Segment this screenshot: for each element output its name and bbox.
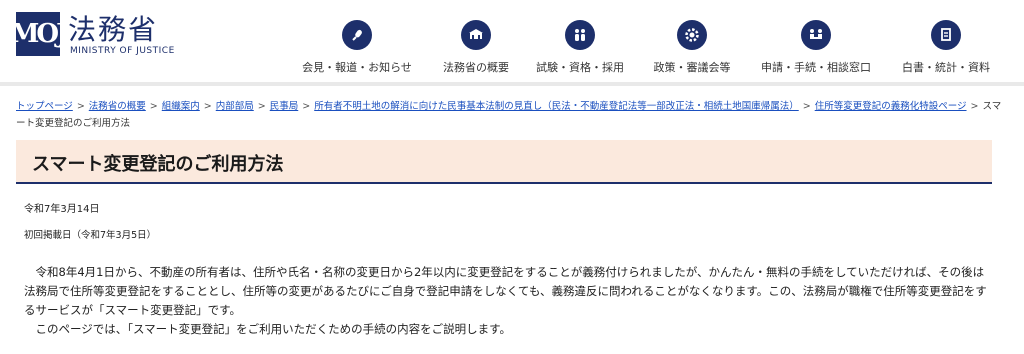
site-logo[interactable]: MOJ 法務省 MINISTRY OF JUSTICE: [11, 12, 176, 64]
nav-label: 試験・資格・採用: [536, 61, 624, 74]
intro-paragraph: 令和8年4月1日から、不動産の所有者は、住所や氏名・名称の変更日から2年以内に変…: [24, 263, 994, 320]
building-icon: [461, 20, 491, 50]
nav-item-press[interactable]: 会見・報道・お知らせ: [297, 20, 417, 75]
microphone-icon: [342, 20, 372, 50]
update-date: 令和7年3月14日: [24, 204, 100, 215]
breadcrumb-link-law-revision[interactable]: 所有者不明土地の解消に向けた民事基本法制の見直し（民法・不動産登記法等一部改正法…: [314, 101, 799, 112]
nav-item-policy[interactable]: 政策・審議会等: [648, 20, 736, 75]
site-header: MOJ 法務省 MINISTRY OF JUSTICE 会見・報道・お知らせ 法…: [0, 0, 1024, 82]
breadcrumb-link-internal-bureaus[interactable]: 内部部局: [216, 101, 254, 112]
nav-item-whitepapers[interactable]: 白書・統計・資料: [896, 20, 996, 75]
breadcrumb-link-civil-affairs[interactable]: 民事局: [270, 101, 299, 112]
consultation-icon: [801, 20, 831, 50]
nav-item-applications[interactable]: 申請・手続・相談窓口: [754, 20, 878, 75]
first-posted-date: 初回掲載日（令和7年3月5日）: [24, 230, 157, 241]
intro-paragraph-text: 令和8年4月1日から、不動産の所有者は、住所や氏名・名称の変更日から2年以内に変…: [24, 265, 987, 317]
logo-subtitle: MINISTRY OF JUSTICE: [70, 46, 175, 56]
logo-title: 法務省: [68, 13, 159, 46]
guide-paragraph-text: このページでは、「スマート変更登記」をご利用いただくための手続の内容をご説明しま…: [35, 322, 512, 336]
breadcrumb-link-top[interactable]: トップページ: [16, 101, 73, 112]
intro-text: 令和8年4月1日から、不動産の所有者は、住所や氏名・名称の変更日から2年以内に変…: [24, 263, 994, 339]
people-icon: [565, 20, 595, 50]
page-title: スマート変更登記のご利用方法: [32, 154, 284, 175]
breadcrumb-link-special-page[interactable]: 住所等変更登記の義務化特設ページ: [815, 101, 967, 112]
breadcrumb-link-overview[interactable]: 法務省の概要: [89, 101, 146, 112]
nav-label: 申請・手続・相談窓口: [761, 61, 871, 74]
breadcrumb: トップページ > 法務省の概要 > 組織案内 > 内部部局 > 民事局 > 所有者不明土地の解消に向…: [16, 101, 1002, 129]
nav-label: 白書・統計・資料: [902, 61, 990, 74]
nav-item-exams[interactable]: 試験・資格・採用: [532, 20, 628, 75]
breadcrumb-link-organization[interactable]: 組織案内: [162, 101, 200, 112]
header-divider: [0, 82, 1024, 86]
nav-label: 会見・報道・お知らせ: [302, 61, 412, 74]
nav-label: 政策・審議会等: [653, 61, 731, 74]
logo-mark: MOJ: [11, 12, 68, 56]
gear-icon: [677, 20, 707, 50]
nav-label: 法務省の概要: [443, 61, 509, 74]
nav-item-overview[interactable]: 法務省の概要: [434, 20, 518, 75]
guide-paragraph: このページでは、「スマート変更登記」をご利用いただくための手続の内容をご説明しま…: [24, 320, 994, 339]
document-icon: [931, 20, 961, 50]
page-title-banner: スマート変更登記のご利用方法: [16, 140, 992, 184]
